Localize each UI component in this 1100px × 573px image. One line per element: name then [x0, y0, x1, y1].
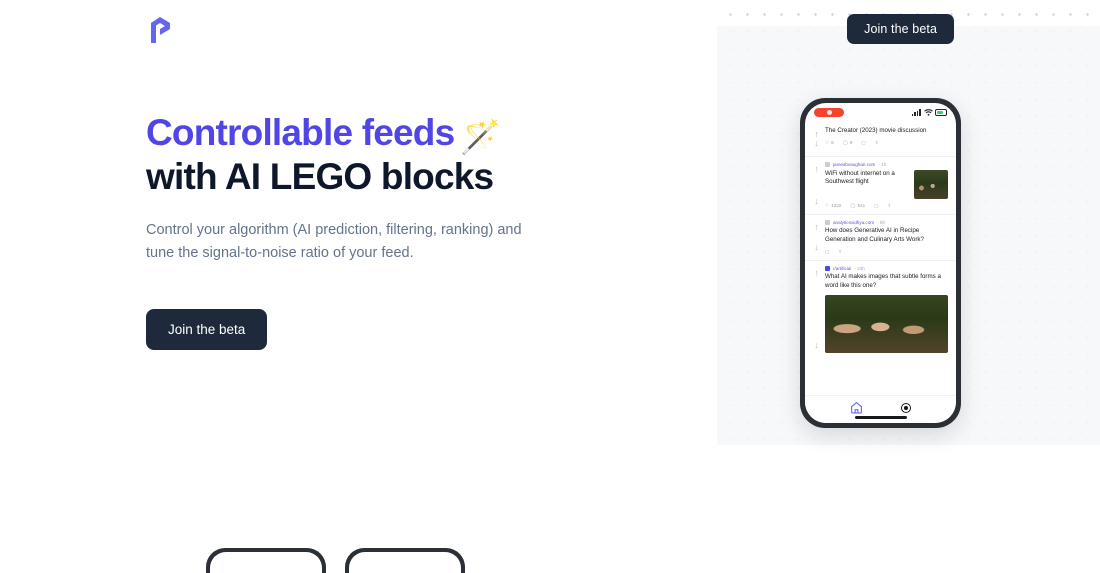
- hero-section: Controllable feeds 🪄 with AI LEGO blocks …: [146, 112, 706, 351]
- vote-controls[interactable]: ↑ ↓: [811, 127, 822, 151]
- favicon-icon: [825, 162, 830, 167]
- signal-icon: [911, 109, 921, 116]
- post-source[interactable]: jamesbvaughan.com · 1h: [825, 162, 948, 167]
- post-timestamp: · 23h: [854, 265, 865, 271]
- downvote-icon[interactable]: ↓: [814, 196, 819, 206]
- comment-action[interactable]: ◯ 9: [843, 140, 853, 146]
- post-actions[interactable]: ▢ ⇧: [825, 249, 948, 255]
- header-join-beta-button[interactable]: Join the beta: [847, 14, 954, 44]
- post-source-link[interactable]: r/artificial: [833, 266, 851, 271]
- post-timestamp: · 1h: [878, 162, 887, 167]
- page-title: Controllable feeds 🪄 with AI LEGO blocks: [146, 112, 706, 197]
- feed-post[interactable]: ↑ ↓ r/artificial · 23h What AI makes ima…: [805, 261, 956, 358]
- magic-wand-icon: 🪄: [460, 118, 501, 155]
- post-source[interactable]: r/artificial · 23h: [825, 265, 948, 271]
- wifi-icon: [923, 109, 933, 116]
- share-icon[interactable]: ⇧: [888, 203, 892, 209]
- post-source[interactable]: analyticsvidhya.com · 5h: [825, 219, 948, 225]
- feed-post[interactable]: ↑ ↓ analyticsvidhya.com · 5h How does Ge…: [805, 215, 956, 261]
- feed-post[interactable]: ↑ ↓ jamesbvaughan.com · 1h WiFi without …: [805, 157, 956, 215]
- favicon-icon: [825, 219, 830, 225]
- phone-status-bar: [805, 103, 956, 120]
- post-actions[interactable]: ♡ 6 ◯ 9 ▢ ⇧: [825, 140, 948, 146]
- headline-line-1: Controllable feeds 🪄: [146, 112, 501, 155]
- upvote-icon[interactable]: ↑: [814, 268, 819, 278]
- upvote-icon[interactable]: ↑: [814, 165, 819, 174]
- phone-preview-screen: 5:42: [210, 552, 322, 573]
- post-title[interactable]: What AI makes images that subtle forms a…: [825, 273, 948, 291]
- comment-action[interactable]: ◯ 541: [850, 203, 865, 209]
- logo-p-icon[interactable]: [146, 14, 176, 46]
- home-icon: [850, 401, 862, 413]
- upvote-icon[interactable]: ↑: [814, 222, 819, 232]
- feed-post[interactable]: ↑ ↓ The Creator (2023) movie discussion …: [805, 122, 956, 157]
- hero-subtitle: Control your algorithm (AI prediction, f…: [146, 222, 522, 262]
- phone-preview-screen: 5:42: [349, 552, 461, 573]
- downvote-icon[interactable]: ↓: [814, 341, 819, 350]
- share-icon[interactable]: ⇧: [838, 249, 842, 255]
- vote-controls[interactable]: ↑ ↓: [811, 220, 822, 255]
- phone-preview-right: 5:42: [345, 548, 465, 573]
- post-title[interactable]: How does Generative AI in Recipe Generat…: [825, 227, 948, 245]
- phone-screen: ↑ ↓ The Creator (2023) movie discussion …: [805, 103, 956, 423]
- downvote-icon[interactable]: ↓: [814, 242, 819, 252]
- compass-icon: [900, 402, 911, 413]
- post-source-link[interactable]: jamesbvaughan.com: [833, 162, 875, 167]
- bookmark-icon[interactable]: ▢: [825, 249, 829, 255]
- bookmark-icon[interactable]: ▢: [874, 203, 878, 209]
- feed-list[interactable]: ↑ ↓ The Creator (2023) movie discussion …: [805, 120, 956, 423]
- post-actions[interactable]: ♡ 1320 ◯ 541 ▢ ⇧: [825, 203, 948, 209]
- post-title[interactable]: WiFi without internet on a Southwest fli…: [825, 170, 910, 188]
- hero-join-beta-button[interactable]: Join the beta: [146, 309, 268, 351]
- like-action[interactable]: ♡ 6: [825, 140, 834, 146]
- favicon-icon: [825, 265, 830, 271]
- bookmark-icon[interactable]: ▢: [861, 140, 865, 146]
- headline-line-2: with AI LEGO blocks: [146, 155, 494, 197]
- post-title[interactable]: The Creator (2023) movie discussion: [825, 127, 948, 136]
- home-indicator: [854, 416, 907, 419]
- post-timestamp: · 5h: [877, 219, 886, 225]
- status-icons: [911, 109, 947, 116]
- like-action[interactable]: ♡ 1320: [825, 203, 841, 209]
- vote-controls[interactable]: ↑ ↓: [811, 162, 822, 209]
- post-image[interactable]: [825, 295, 948, 354]
- site-header: Join the beta: [0, 0, 1100, 58]
- phone-mockup: ↑ ↓ The Creator (2023) movie discussion …: [800, 98, 961, 428]
- downvote-icon[interactable]: ↓: [814, 139, 819, 148]
- landing-page: Join the beta Controllable feeds 🪄 with A…: [0, 0, 1100, 573]
- post-thumbnail[interactable]: [914, 169, 948, 199]
- recording-pill-icon: [814, 108, 844, 117]
- vote-controls[interactable]: ↑ ↓: [811, 266, 822, 353]
- battery-icon: [935, 109, 947, 116]
- post-source-link[interactable]: analyticsvidhya.com: [833, 220, 874, 225]
- share-icon[interactable]: ⇧: [875, 140, 879, 146]
- phone-preview-left: 5:42: [206, 548, 326, 573]
